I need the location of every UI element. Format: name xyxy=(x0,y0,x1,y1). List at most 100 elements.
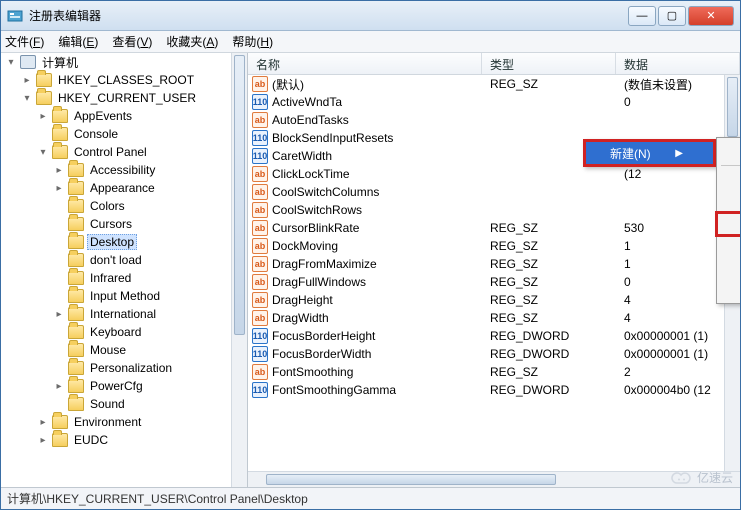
tree-label: don't load xyxy=(87,252,145,268)
list-row[interactable]: abCoolSwitchColumns xyxy=(248,183,740,201)
list-row[interactable]: 110FocusBorderWidthREG_DWORD0x00000001 (… xyxy=(248,345,740,363)
list-row[interactable]: abDragHeightREG_SZ4 xyxy=(248,291,740,309)
list-row[interactable]: ab(默认)REG_SZ(数值未设置) xyxy=(248,75,740,93)
maximize-button[interactable]: ▢ xyxy=(658,6,686,26)
submenu-item[interactable]: 字符串值(S) xyxy=(717,169,740,191)
col-data[interactable]: 数据 xyxy=(616,53,740,74)
value-name: DockMoving xyxy=(272,239,338,253)
tree-label: 计算机 xyxy=(39,53,81,72)
expand-icon[interactable]: ▸ xyxy=(37,417,49,428)
submenu-item[interactable]: 多字符串值(M) xyxy=(717,257,740,279)
tree-item[interactable]: Console xyxy=(1,125,247,143)
tree-item[interactable]: ▸EUDC xyxy=(1,431,247,449)
list-header[interactable]: 名称 类型 数据 xyxy=(248,53,740,75)
value-data: 0x00000001 (1) xyxy=(616,329,740,343)
binary-value-icon: 110 xyxy=(252,346,268,362)
tree-item[interactable]: ▸HKEY_CLASSES_ROOT xyxy=(1,71,247,89)
tree-item[interactable]: ▾ Control Panel xyxy=(1,143,247,161)
submenu-item[interactable]: 项(K) xyxy=(717,140,740,162)
menu-h[interactable]: 帮助(H) xyxy=(232,33,273,50)
tree-scrollbar[interactable] xyxy=(231,53,247,487)
string-value-icon: ab xyxy=(252,292,268,308)
tree-item[interactable]: Input Method xyxy=(1,287,247,305)
tree-item[interactable]: ▾ 计算机 xyxy=(1,53,247,71)
titlebar[interactable]: 注册表编辑器 — ▢ ✕ xyxy=(1,1,740,31)
value-name: FocusBorderWidth xyxy=(272,347,371,361)
tree-item[interactable]: ▸AppEvents xyxy=(1,107,247,125)
list-row[interactable]: 110ActiveWndTa0 xyxy=(248,93,740,111)
submenu-item[interactable]: DWORD (32-位)值(D) xyxy=(717,213,740,235)
list-body[interactable]: ab(默认)REG_SZ(数值未设置)110ActiveWndTa0abAuto… xyxy=(248,75,740,471)
folder-icon xyxy=(68,253,84,267)
tree-item[interactable]: Infrared xyxy=(1,269,247,287)
tree-item[interactable]: ▾HKEY_CURRENT_USER xyxy=(1,89,247,107)
col-name[interactable]: 名称 xyxy=(248,53,482,74)
expand-icon[interactable]: ▸ xyxy=(37,435,49,446)
context-submenu[interactable]: 项(K) 字符串值(S)二进制值(B)DWORD (32-位)值(D)QWORD … xyxy=(716,137,740,304)
tree-item[interactable]: don't load xyxy=(1,251,247,269)
list-row[interactable]: abCoolSwitchRows xyxy=(248,201,740,219)
tree-item[interactable]: Desktop xyxy=(1,233,247,251)
list-row[interactable]: abDragFromMaximizeREG_SZ1 xyxy=(248,255,740,273)
expand-icon[interactable]: ▸ xyxy=(53,183,65,194)
close-button[interactable]: ✕ xyxy=(688,6,734,26)
submenu-item[interactable]: 可扩充字符串值(E) xyxy=(717,279,740,301)
col-type[interactable]: 类型 xyxy=(482,53,616,74)
list-row[interactable]: 110FocusBorderHeightREG_DWORD0x00000001 … xyxy=(248,327,740,345)
tree-item[interactable]: Sound xyxy=(1,395,247,413)
expand-icon[interactable]: ▸ xyxy=(53,309,65,320)
list-row[interactable]: abFontSmoothingREG_SZ2 xyxy=(248,363,740,381)
tree-item[interactable]: Keyboard xyxy=(1,323,247,341)
tree-item[interactable]: Colors xyxy=(1,197,247,215)
expand-icon[interactable]: ▸ xyxy=(37,111,49,122)
menu-f[interactable]: 文件(F) xyxy=(5,33,44,50)
folder-icon xyxy=(36,73,52,87)
minimize-button[interactable]: — xyxy=(628,6,656,26)
list-row[interactable]: abClickLockTime(12 xyxy=(248,165,740,183)
string-value-icon: ab xyxy=(252,112,268,128)
menu-e[interactable]: 编辑(E) xyxy=(58,33,98,50)
submenu-item[interactable]: 二进制值(B) xyxy=(717,191,740,213)
tree-item[interactable]: Cursors xyxy=(1,215,247,233)
folder-icon xyxy=(68,361,84,375)
expand-icon[interactable]: ▾ xyxy=(5,57,17,68)
expand-icon[interactable]: ▸ xyxy=(53,381,65,392)
menu-item-new[interactable]: 新建(N) ▶ xyxy=(586,142,713,164)
menu-a[interactable]: 收藏夹(A) xyxy=(166,33,218,50)
value-name: ClickLockTime xyxy=(272,167,350,181)
list-row[interactable]: abAutoEndTasks xyxy=(248,111,740,129)
expand-icon[interactable]: ▾ xyxy=(21,93,33,104)
tree-item[interactable]: Mouse xyxy=(1,341,247,359)
tree-label: Control Panel xyxy=(71,144,150,160)
list-row[interactable]: abDragFullWindowsREG_SZ0 xyxy=(248,273,740,291)
tree-item[interactable]: ▸PowerCfg xyxy=(1,377,247,395)
folder-icon xyxy=(36,91,52,105)
value-name: DragFromMaximize xyxy=(272,257,377,271)
tree-label: Infrared xyxy=(87,270,134,286)
folder-icon xyxy=(68,217,84,231)
value-name: CursorBlinkRate xyxy=(272,221,359,235)
menu-v[interactable]: 查看(V) xyxy=(112,33,152,50)
tree-item[interactable]: Personalization xyxy=(1,359,247,377)
tree-item[interactable]: ▸ Appearance xyxy=(1,179,247,197)
value-type: REG_SZ xyxy=(482,77,616,91)
list-row[interactable]: abCursorBlinkRateREG_SZ530 xyxy=(248,219,740,237)
list-row[interactable]: abDockMovingREG_SZ1 xyxy=(248,237,740,255)
submenu-item[interactable]: QWORD (64 位)值(Q) xyxy=(717,235,740,257)
context-menu-new[interactable]: 新建(N) ▶ xyxy=(583,139,716,167)
folder-icon xyxy=(68,271,84,285)
tree-pane[interactable]: ▾ 计算机▸HKEY_CLASSES_ROOT▾HKEY_CURRENT_USER… xyxy=(1,53,248,487)
tree-label: Appearance xyxy=(87,180,158,196)
tree-item[interactable]: ▸International xyxy=(1,305,247,323)
tree-label: Personalization xyxy=(87,360,175,376)
string-value-icon: ab xyxy=(252,184,268,200)
expand-icon[interactable]: ▸ xyxy=(21,75,33,86)
list-row[interactable]: abDragWidthREG_SZ4 xyxy=(248,309,740,327)
tree-item[interactable]: ▸Accessibility xyxy=(1,161,247,179)
value-type: REG_SZ xyxy=(482,221,616,235)
expand-icon[interactable]: ▸ xyxy=(53,165,65,176)
tree-item[interactable]: ▸Environment xyxy=(1,413,247,431)
list-hscrollbar[interactable] xyxy=(248,471,740,487)
list-row[interactable]: 110FontSmoothingGammaREG_DWORD0x000004b0… xyxy=(248,381,740,399)
expand-icon[interactable]: ▾ xyxy=(37,147,49,158)
